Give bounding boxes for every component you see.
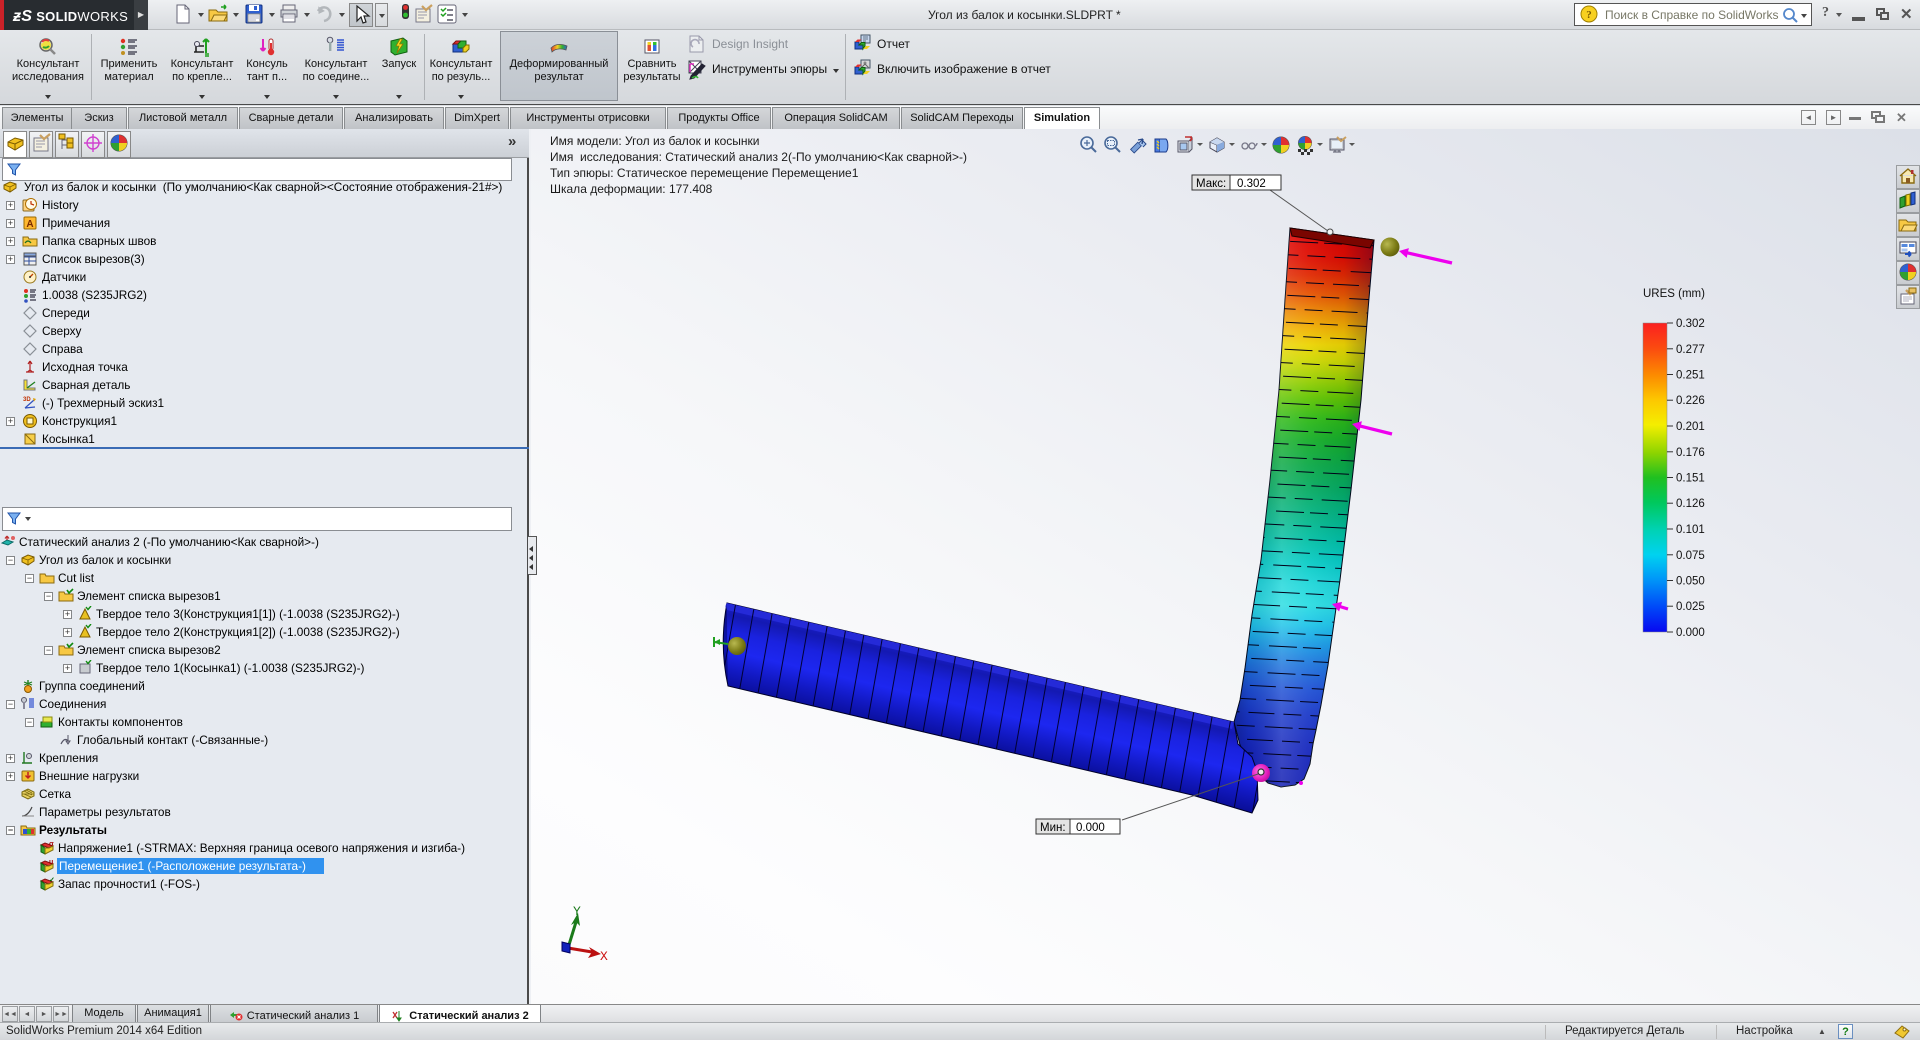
svg-text:0.302: 0.302 <box>1676 318 1705 330</box>
svg-text:URES (mm): URES (mm) <box>1643 288 1705 300</box>
svg-text:0.000: 0.000 <box>1676 627 1705 639</box>
svg-text:0.277: 0.277 <box>1676 344 1705 356</box>
svg-text:0.151: 0.151 <box>1676 473 1705 485</box>
svg-text:0.075: 0.075 <box>1676 550 1705 562</box>
svg-text:0.176: 0.176 <box>1676 447 1705 459</box>
svg-text:0.126: 0.126 <box>1676 498 1705 510</box>
svg-text:0.251: 0.251 <box>1676 370 1705 382</box>
svg-text:?: ? <box>1586 9 1592 21</box>
svg-text:u: u <box>49 859 53 866</box>
svg-text:0.302: 0.302 <box>1237 178 1266 190</box>
svg-text:3D: 3D <box>23 397 31 403</box>
svg-text:0.025: 0.025 <box>1676 601 1705 613</box>
svg-text:0.000: 0.000 <box>1076 822 1105 834</box>
svg-text:0.050: 0.050 <box>1676 576 1705 588</box>
svg-text:0.226: 0.226 <box>1676 395 1705 407</box>
svg-text:σ: σ <box>49 841 54 848</box>
svg-text:0.101: 0.101 <box>1676 524 1705 536</box>
svg-text:✓: ✓ <box>49 877 55 884</box>
svg-text:A: A <box>26 219 33 230</box>
svg-text:Y: Y <box>573 904 581 919</box>
svg-text:X: X <box>600 949 608 964</box>
svg-text:Мин:: Мин: <box>1040 822 1066 834</box>
svg-text:Макс:: Макс: <box>1196 178 1226 190</box>
svg-text:0.201: 0.201 <box>1676 421 1705 433</box>
